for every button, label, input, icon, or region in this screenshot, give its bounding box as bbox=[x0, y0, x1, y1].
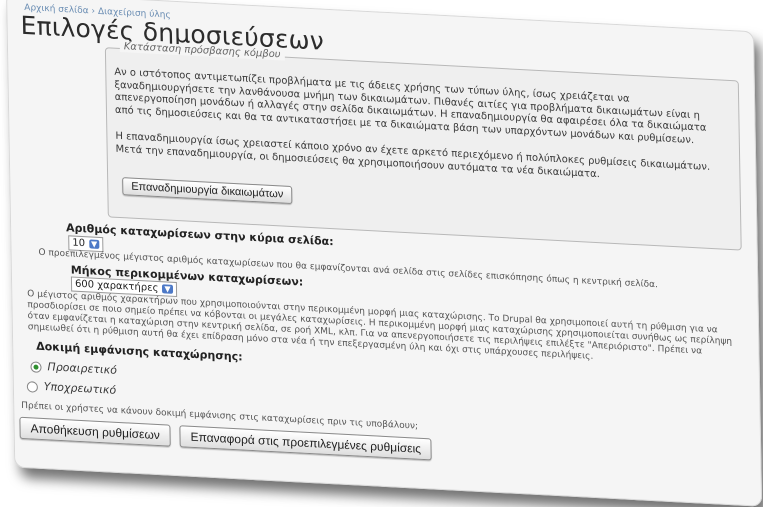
preview-label: Δοκιμή εμφάνισης καταχώρησης: bbox=[36, 339, 243, 364]
radio-selected-icon[interactable] bbox=[30, 360, 42, 373]
radio-label-optional: Προαιρετικό bbox=[47, 360, 118, 377]
chevron-down-icon: ▼ bbox=[88, 239, 100, 249]
save-settings-button[interactable]: Αποθήκευση ρυθμίσεων bbox=[19, 416, 171, 447]
posts-per-page-value: 10 bbox=[72, 237, 86, 250]
chevron-down-icon: ▼ bbox=[162, 284, 173, 294]
radio-unselected-icon[interactable] bbox=[26, 380, 38, 393]
trim-length-description: Ο μέγιστος αριθμός χαρακτήρων που χρησιμ… bbox=[27, 289, 733, 362]
radio-option-required[interactable]: Υποχρεωτικό bbox=[26, 379, 117, 397]
radio-option-optional[interactable]: Προαιρετικό bbox=[30, 359, 117, 377]
rebuild-permissions-fieldset: Κατάσταση πρόσβασης κόμβου Αν ο ιστότοπο… bbox=[104, 40, 742, 251]
radio-label-required: Υποχρεωτικό bbox=[43, 380, 117, 397]
options-card: Αρχική σελίδα › Διαχείριση ύλης Επιλογές… bbox=[6, 0, 763, 507]
rebuild-permissions-button[interactable]: Επαναδημιουργία δικαιωμάτων bbox=[122, 177, 293, 205]
